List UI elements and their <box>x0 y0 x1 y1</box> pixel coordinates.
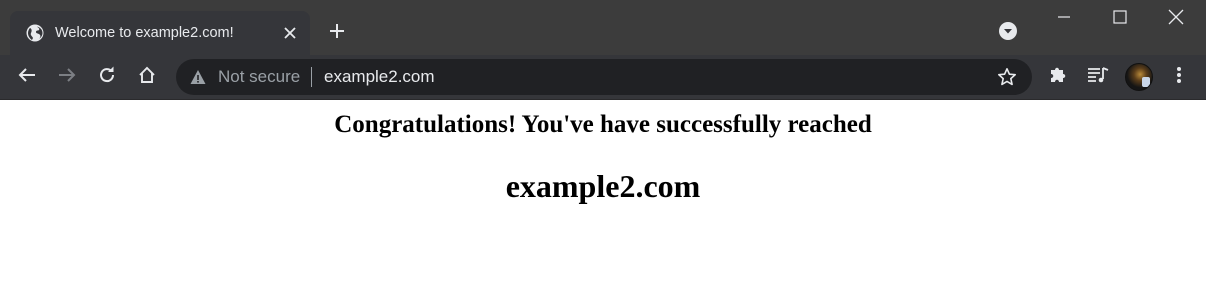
star-icon[interactable] <box>996 66 1018 88</box>
kebab-menu-icon <box>1176 66 1182 89</box>
browser-toolbar: Not secure example2.com <box>0 55 1206 100</box>
tab-search-button[interactable] <box>996 21 1020 45</box>
page-domain: example2.com <box>505 168 701 204</box>
reload-icon <box>98 66 116 89</box>
minimize-button[interactable] <box>1036 0 1092 38</box>
forward-arrow-icon <box>58 66 76 89</box>
globe-icon <box>26 24 44 42</box>
maximize-button[interactable] <box>1092 0 1148 38</box>
page-heading: Congratulations! You've have successfull… <box>334 111 872 138</box>
tab-title: Welcome to example2.com! <box>55 25 234 41</box>
plus-icon <box>329 23 345 44</box>
puzzle-icon <box>1048 65 1068 90</box>
security-label[interactable]: Not secure <box>218 59 300 95</box>
home-icon <box>138 66 156 89</box>
warning-icon[interactable] <box>190 69 206 85</box>
media-icon <box>1087 65 1109 90</box>
avatar[interactable] <box>1125 63 1153 91</box>
avatar-badge <box>1142 77 1150 87</box>
back-button[interactable] <box>11 61 43 93</box>
address-bar[interactable]: Not secure example2.com <box>176 59 1032 95</box>
address-separator <box>311 67 312 87</box>
close-window-icon <box>1168 9 1184 30</box>
browser-tab[interactable]: Welcome to example2.com! <box>10 11 310 55</box>
page-content: Congratulations! You've have successfull… <box>0 101 1206 302</box>
maximize-icon <box>1113 9 1127 29</box>
back-arrow-icon <box>18 66 36 89</box>
close-icon[interactable] <box>281 24 299 42</box>
minimize-icon <box>1057 10 1071 29</box>
reload-button[interactable] <box>91 61 123 93</box>
extensions-button[interactable] <box>1042 61 1074 93</box>
media-button[interactable] <box>1082 61 1114 93</box>
home-button[interactable] <box>131 61 163 93</box>
forward-button[interactable] <box>51 61 83 93</box>
new-tab-button[interactable] <box>322 18 352 48</box>
tab-strip: Welcome to example2.com! <box>0 0 1206 55</box>
url-text[interactable]: example2.com <box>324 59 435 95</box>
menu-button[interactable] <box>1163 61 1195 93</box>
close-window-button[interactable] <box>1148 0 1204 38</box>
tab-search-icon <box>998 21 1018 46</box>
